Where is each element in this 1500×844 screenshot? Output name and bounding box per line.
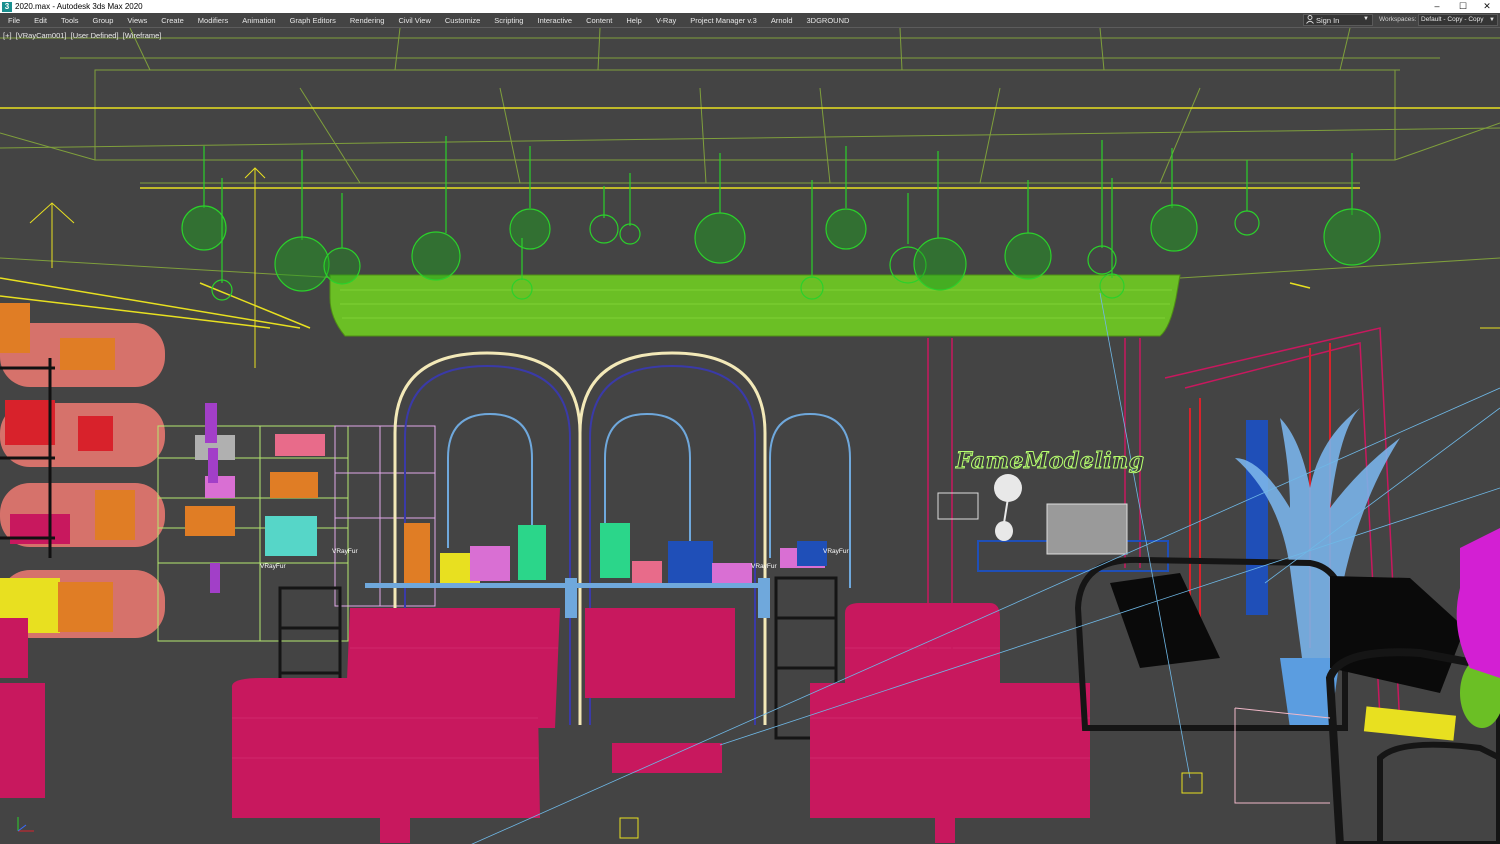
vray-fur-label: VRayFur xyxy=(332,548,358,555)
menu-graph-editors[interactable]: Graph Editors xyxy=(283,16,343,25)
workspaces-label: Workspaces: xyxy=(1379,16,1417,23)
workspace-select[interactable]: Default - Copy - Copy ▼ xyxy=(1418,14,1498,26)
menu-help[interactable]: Help xyxy=(619,16,648,25)
menu-arnold[interactable]: Arnold xyxy=(764,16,800,25)
monitor xyxy=(1046,503,1128,555)
viewport-camera[interactable]: [VRayCam001] xyxy=(16,31,67,40)
menu-edit[interactable]: Edit xyxy=(27,16,54,25)
menu-vray[interactable]: V-Ray xyxy=(649,16,683,25)
vase-flowers xyxy=(994,474,1022,541)
menu-3dground[interactable]: 3DGROUND xyxy=(800,16,857,25)
maximize-button[interactable]: ☐ xyxy=(1450,0,1476,13)
menu-customize[interactable]: Customize xyxy=(438,16,487,25)
ceiling-grid xyxy=(0,28,1500,279)
viewport-menu-plus[interactable]: [+] xyxy=(3,31,12,40)
menu-project-manager[interactable]: Project Manager v.3 xyxy=(683,16,764,25)
menu-file[interactable]: File xyxy=(0,16,27,25)
counter-products xyxy=(365,523,827,618)
vray-fur-label: VRayFur xyxy=(751,563,777,570)
viewport-shading-mode[interactable]: [User Defined] xyxy=(71,31,119,40)
menu-scripting[interactable]: Scripting xyxy=(487,16,530,25)
menu-animation[interactable]: Animation xyxy=(235,16,282,25)
wireframe-scene xyxy=(0,28,1500,844)
viewport-display-mode[interactable]: [Wireframe] xyxy=(123,31,162,40)
menu-interactive[interactable]: Interactive xyxy=(530,16,579,25)
menu-rendering[interactable]: Rendering xyxy=(343,16,392,25)
menu-group[interactable]: Group xyxy=(86,16,121,25)
menu-civil-view[interactable]: Civil View xyxy=(391,16,437,25)
door-panel xyxy=(1246,420,1268,615)
workspace-value: Default - Copy - Copy xyxy=(1421,16,1484,23)
minimize-button[interactable]: – xyxy=(1424,0,1450,13)
vray-fur-label: VRayFur xyxy=(260,563,286,570)
chevron-down-icon: ▼ xyxy=(1363,16,1369,22)
perspective-viewport[interactable]: [+] [VRayCam001] [User Defined] [Wirefra… xyxy=(0,27,1500,844)
ceiling-soffit xyxy=(329,274,1181,337)
sign-in-label: Sign In xyxy=(1316,15,1340,25)
menu-views[interactable]: Views xyxy=(120,16,154,25)
salon-chairs xyxy=(0,603,1090,843)
magenta-plant xyxy=(1456,528,1500,678)
vray-fur-label: VRayFur xyxy=(823,548,849,555)
close-button[interactable]: ✕ xyxy=(1474,0,1500,13)
menu-content[interactable]: Content xyxy=(579,16,619,25)
viewport-label: [+] [VRayCam001] [User Defined] [Wirefra… xyxy=(3,31,163,40)
menu-modifiers[interactable]: Modifiers xyxy=(191,16,235,25)
sign-in-dropdown[interactable]: Sign In ▼ xyxy=(1303,14,1373,26)
camera-gizmo xyxy=(937,492,979,520)
window-title: 2020.max - Autodesk 3ds Max 2020 xyxy=(15,2,143,11)
left-shelves xyxy=(0,303,165,638)
title-bar: 3 2020.max - Autodesk 3ds Max 2020 – ☐ ✕ xyxy=(0,0,1500,13)
menu-bar: File Edit Tools Group Views Create Modif… xyxy=(0,13,1500,27)
chevron-down-icon: ▼ xyxy=(1489,17,1495,23)
menu-create[interactable]: Create xyxy=(154,16,191,25)
menu-tools[interactable]: Tools xyxy=(54,16,86,25)
app-icon: 3 xyxy=(2,1,12,12)
brand-signage: FameModeling xyxy=(955,448,1145,475)
axis-tripod-icon xyxy=(17,817,34,832)
user-icon xyxy=(1306,14,1314,26)
